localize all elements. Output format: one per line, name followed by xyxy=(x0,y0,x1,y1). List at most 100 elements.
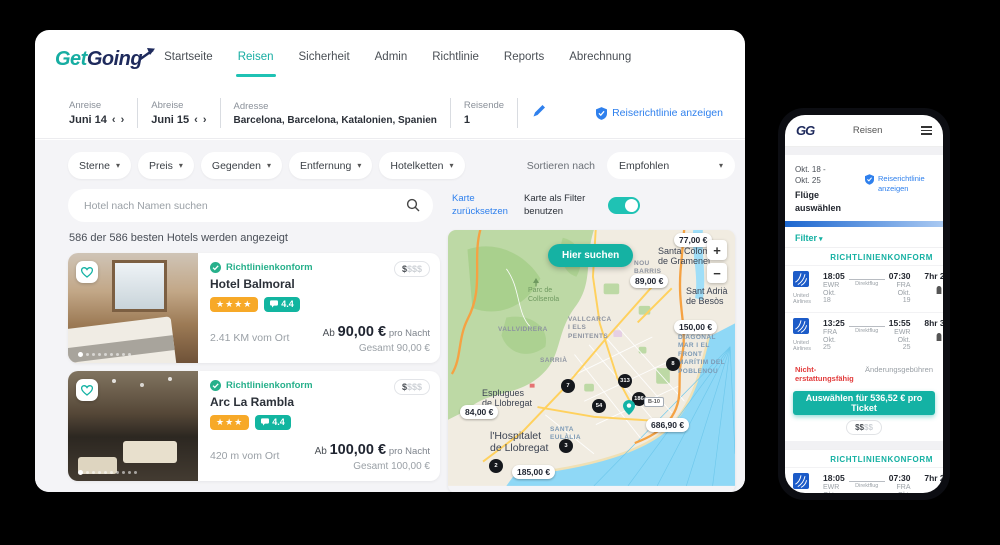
select-fare-button[interactable]: Auswählen für 536,52 € pro Ticket xyxy=(793,391,935,415)
main-nav: Startseite Reisen Sicherheit Admin Richt… xyxy=(164,41,631,77)
carousel-dots[interactable] xyxy=(78,470,137,475)
sort-select[interactable]: Empfohlen xyxy=(607,152,735,179)
departure-date: Okt. 18 xyxy=(823,492,845,493)
map-price-marker[interactable]: 150,00 € xyxy=(674,320,717,334)
map-price-marker[interactable]: 686,90 € xyxy=(646,418,689,432)
map-place-label: VALLVIDRERA xyxy=(498,326,548,334)
filter-pill-label: Entfernung xyxy=(300,160,351,172)
nav-item-richtlinie[interactable]: Richtlinie xyxy=(432,41,479,77)
united-airlines-logo xyxy=(793,271,809,287)
phone-select-flights-label: Flüge auswählen xyxy=(795,189,841,213)
airline-name: United Airlines xyxy=(793,340,819,353)
menu-icon[interactable] xyxy=(921,124,932,137)
departure-time: 18:05 xyxy=(823,473,845,483)
map[interactable]: Santa Coloma de GramenetNOU BARRISSant A… xyxy=(448,230,735,493)
map-filter-toggle[interactable] xyxy=(608,197,640,214)
logo-text-going: Going xyxy=(87,48,142,71)
filter-pill[interactable]: Entfernung xyxy=(289,152,372,179)
heart-icon xyxy=(81,385,93,396)
filter-pill-label: Gegenden xyxy=(212,160,261,172)
map-reset-link[interactable]: Karte zurücksetzen xyxy=(452,193,516,219)
chevron-left-icon[interactable] xyxy=(112,115,116,126)
address-label: Adresse xyxy=(234,101,437,112)
filter-pill[interactable]: Hotelketten xyxy=(379,152,464,179)
nav-item-reisen[interactable]: Reisen xyxy=(238,41,274,77)
flight-row[interactable]: United Airlines 18:05 EWR Okt. 18 Direkt… xyxy=(785,467,943,493)
map-place-label: DIAGONAL MAR I EL FRONT MARÍTIM DEL POBL… xyxy=(678,334,735,376)
gg-logo[interactable]: GG xyxy=(796,123,814,138)
phone-filter-button[interactable]: Filter xyxy=(785,227,943,247)
flight-duration: 7hr 25min xyxy=(915,473,944,483)
address-value: Barcelona, Barcelona, Katalonien, Spanie… xyxy=(234,115,437,126)
divider xyxy=(785,147,943,155)
map-zoom-controls: + − xyxy=(707,240,727,283)
filter-pill[interactable]: Gegenden xyxy=(201,152,282,179)
chevron-right-icon[interactable] xyxy=(121,115,125,126)
arrival-airport: FRA xyxy=(889,484,911,491)
zoom-out-button[interactable]: − xyxy=(707,263,727,283)
hotel-search-input[interactable] xyxy=(68,189,433,222)
arrival-cell: 15:55 EWR Okt. 25 xyxy=(889,318,911,351)
favorite-button[interactable] xyxy=(76,379,98,401)
filter-pill-label: Sterne xyxy=(79,160,110,172)
duration-cell: 7hr 25min xyxy=(915,473,944,493)
map-price-marker[interactable]: 84,00 € xyxy=(460,405,498,419)
map-cluster-marker[interactable]: 7 xyxy=(561,379,575,393)
map-cluster-marker[interactable]: 3 xyxy=(559,439,573,453)
filter-pill-label: Preis xyxy=(149,160,173,172)
duration-cell: 8hr 30min xyxy=(915,318,944,342)
carousel-dots[interactable] xyxy=(78,352,131,357)
top-navbar: GetGoing Startseite Reisen Sicherheit Ad… xyxy=(35,30,745,88)
nav-item-abrechnung[interactable]: Abrechnung xyxy=(569,41,631,77)
policy-link-label: Reiserichtlinie anzeigen xyxy=(612,107,723,119)
zoom-in-button[interactable]: + xyxy=(707,240,727,260)
arrival-airport: FRA xyxy=(889,282,911,289)
location-pin-icon[interactable] xyxy=(623,400,635,415)
divider xyxy=(517,98,518,128)
flight-row[interactable]: United Airlines 18:05 EWR Okt. 18 Direkt… xyxy=(785,265,943,312)
arrival-cell: 07:30 FRA Okt. 19 xyxy=(889,271,911,304)
favorite-button[interactable] xyxy=(76,261,98,283)
policy-section-heading: RICHTLINIENKONFORM xyxy=(785,247,943,265)
sort-label: Sortieren nach xyxy=(527,160,595,172)
checkin-field[interactable]: Anreise Juni 14 xyxy=(69,100,124,126)
map-price-marker[interactable]: 185,00 € xyxy=(512,465,555,479)
backpack-icon xyxy=(935,332,943,342)
getgoing-logo[interactable]: GetGoing xyxy=(55,48,142,71)
map-cluster-marker[interactable]: 313 xyxy=(618,374,632,388)
chevron-right-icon[interactable] xyxy=(203,115,207,126)
filter-pill[interactable]: Sterne xyxy=(68,152,131,179)
filter-pill[interactable]: Preis xyxy=(138,152,194,179)
checkin-value: Juni 14 xyxy=(69,114,107,126)
departure-time: 13:25 xyxy=(823,318,845,328)
phone-policy-link[interactable]: Reiserichtlinie anzeigen xyxy=(865,164,934,214)
chevron-left-icon[interactable] xyxy=(194,115,198,126)
hotel-card[interactable]: Richtlinienkonform $$$$ Hotel Balmoral ★… xyxy=(68,253,440,363)
flight-row[interactable]: United Airlines 13:25 FRA Okt. 25 Direkt… xyxy=(785,312,943,359)
nav-item-reports[interactable]: Reports xyxy=(504,41,544,77)
hotel-distance: 420 m vom Ort xyxy=(210,450,279,462)
trip-summary-bar: Anreise Juni 14 Abreise Juni 15 Adresse … xyxy=(35,88,745,139)
hotel-card[interactable]: Richtlinienkonform $$$$ Arc La Rambla ★★… xyxy=(68,371,440,481)
map-cluster-marker[interactable]: 8 xyxy=(666,357,680,371)
hotel-total: Gesamt 90,00 € xyxy=(323,343,430,354)
edit-trip-button[interactable] xyxy=(533,104,546,122)
search-here-button[interactable]: Hier suchen xyxy=(548,244,633,267)
map-cluster-marker[interactable]: 54 xyxy=(592,399,606,413)
nav-item-startseite[interactable]: Startseite xyxy=(164,41,213,77)
nav-item-sicherheit[interactable]: Sicherheit xyxy=(299,41,350,77)
arrival-cell: 07:30 FRA Okt. 19 xyxy=(889,473,911,493)
arrival-date: Okt. 19 xyxy=(889,492,911,493)
hotel-distance: 2.41 KM vom Ort xyxy=(210,332,289,344)
map-cluster-marker[interactable]: 2 xyxy=(489,459,503,473)
address-field[interactable]: Adresse Barcelona, Barcelona, Katalonien… xyxy=(234,101,437,126)
desktop-window: GetGoing Startseite Reisen Sicherheit Ad… xyxy=(35,30,745,492)
map-price-marker[interactable]: 89,00 € xyxy=(630,274,668,288)
travelers-field[interactable]: Reisende 1 xyxy=(464,100,504,126)
policy-link[interactable]: Reiserichtlinie anzeigen xyxy=(596,107,723,120)
nav-item-admin[interactable]: Admin xyxy=(375,41,408,77)
checkout-field[interactable]: Abreise Juni 15 xyxy=(151,100,206,126)
policy-badge: Richtlinienkonform xyxy=(226,262,313,273)
shield-icon xyxy=(596,107,607,120)
phone-page-title: Reisen xyxy=(814,125,921,136)
